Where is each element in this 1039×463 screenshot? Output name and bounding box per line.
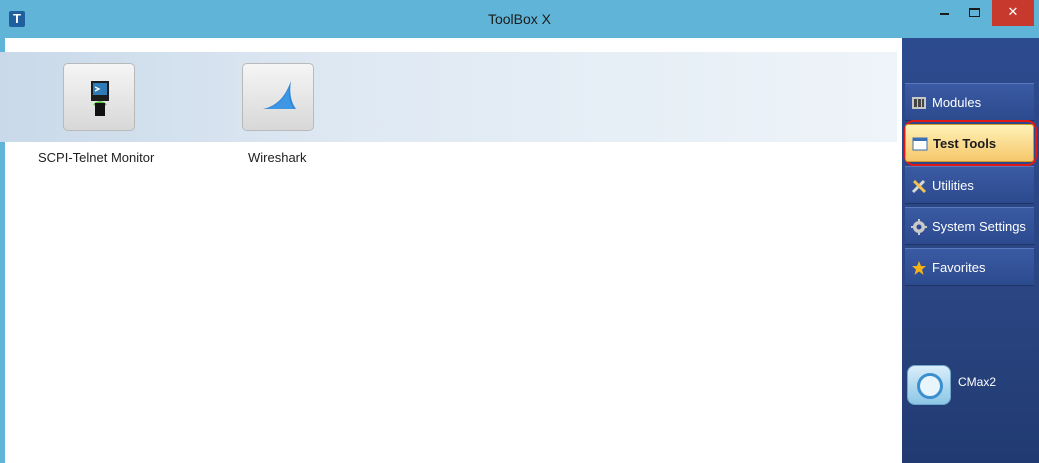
wireshark-shark-fin-icon xyxy=(263,81,296,109)
maximize-button[interactable] xyxy=(960,0,990,26)
sidebar-item-system-settings[interactable]: System Settings xyxy=(905,207,1034,245)
sidebar-item-modules[interactable]: Modules xyxy=(905,83,1034,121)
sidebar-item-label: Test Tools xyxy=(933,136,997,151)
minimize-button[interactable] xyxy=(930,0,960,26)
utilities-tools-icon xyxy=(911,179,927,194)
star-icon xyxy=(912,261,926,275)
title-bar[interactable]: T ToolBox X ✕ xyxy=(0,0,1039,38)
scpi-telnet-monitor-tile[interactable] xyxy=(63,63,135,131)
sidebar-item-label: System Settings xyxy=(932,219,1026,234)
wireshark-tile[interactable] xyxy=(242,63,314,131)
close-icon: ✕ xyxy=(1007,4,1019,19)
gear-icon xyxy=(911,219,927,235)
tool-label-scpi-telnet-monitor[interactable]: SCPI-Telnet Monitor xyxy=(38,150,154,165)
maximize-icon xyxy=(969,8,980,17)
sidebar-item-favorites[interactable]: Favorites xyxy=(905,248,1034,286)
test-tools-icon xyxy=(912,137,928,151)
device-label: CMax2 xyxy=(958,375,997,389)
sidebar-item-label: Favorites xyxy=(932,260,986,275)
cmax2-disc-icon xyxy=(917,373,943,399)
cmax2-device-icon[interactable] xyxy=(907,365,951,405)
modules-icon xyxy=(912,97,926,109)
scpi-telnet-monitor-icon xyxy=(91,81,109,116)
sidebar-item-label: Utilities xyxy=(932,178,974,193)
sidebar-item-test-tools[interactable]: Test Tools xyxy=(905,124,1034,162)
close-button[interactable]: ✕ xyxy=(992,0,1034,26)
minimize-icon xyxy=(940,13,949,15)
sidebar-item-utilities[interactable]: Utilities xyxy=(905,166,1034,204)
tool-label-wireshark[interactable]: Wireshark xyxy=(248,150,307,165)
window-title: ToolBox X xyxy=(487,11,552,27)
sidebar-item-label: Modules xyxy=(932,95,982,110)
